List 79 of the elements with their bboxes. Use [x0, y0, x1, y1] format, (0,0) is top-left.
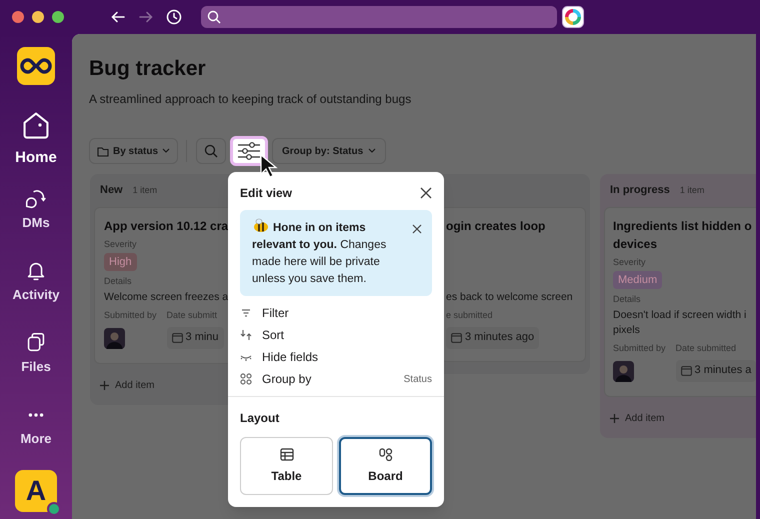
date-chip: 3 minutes a — [676, 360, 756, 382]
user-avatar-icon — [613, 361, 634, 382]
popup-title: Edit view — [240, 185, 292, 202]
menu-item-value: Status — [404, 372, 432, 386]
close-icon[interactable] — [420, 187, 432, 199]
calendar-icon — [680, 365, 692, 376]
card-title: devices — [613, 236, 658, 253]
card-title: ogin creates loop — [446, 218, 546, 235]
menu-item[interactable]: Hide fields — [228, 346, 444, 368]
menu-item-label: Filter — [262, 305, 290, 322]
sidebar-item-label[interactable]: Files — [21, 357, 51, 376]
page-description: A streamlined approach to keeping track of outstanding bugs — [89, 91, 412, 108]
calendar-icon — [451, 332, 462, 343]
card-title: App version 10.12 cra — [104, 218, 228, 235]
column-title: New — [100, 183, 123, 198]
avatar-initial: A — [26, 474, 46, 508]
view-options-button[interactable] — [230, 136, 268, 166]
menu-item-label: Group by — [262, 371, 312, 388]
table-icon — [280, 448, 294, 460]
search-field[interactable] — [201, 6, 557, 28]
date-chip: 3 minu — [166, 326, 224, 348]
back-icon[interactable] — [110, 9, 126, 25]
calendar-icon — [172, 332, 183, 343]
card-title: Ingredients list hidden o — [613, 218, 752, 235]
folder-icon — [97, 146, 109, 156]
sidebar-item-label[interactable]: Activity — [12, 285, 60, 304]
date-chip: 3 minutes ago — [446, 326, 540, 348]
severity-tag: High — [104, 253, 137, 271]
layout-option[interactable]: Board — [339, 437, 432, 495]
sliders-icon — [237, 142, 262, 160]
menu-item[interactable]: Filter — [228, 302, 444, 324]
search-icon — [204, 144, 218, 158]
card-details: pixels — [613, 323, 640, 338]
workspace-logo-icon[interactable] — [17, 47, 55, 85]
window-control-icon[interactable] — [32, 11, 44, 23]
column-title: In progress — [610, 183, 670, 198]
card-details: es back to welcome screen — [446, 290, 573, 305]
field-label: Submitted by — [104, 309, 157, 322]
sort-icon — [240, 329, 252, 341]
filter-icon — [240, 307, 252, 319]
severity-tag: Medium — [613, 271, 662, 289]
page-title: Bug tracker — [89, 56, 206, 82]
board-icon — [378, 448, 392, 460]
sidebar-item-label[interactable]: DMs — [22, 213, 50, 232]
grid-icon — [240, 373, 252, 385]
menu-item-label: Hide fields — [262, 349, 320, 366]
card-details: Doesn't load if screen width i — [613, 308, 746, 323]
search-button[interactable] — [196, 138, 226, 164]
field-label: Date submitted — [676, 342, 736, 355]
field-label: Submitted by — [613, 342, 666, 355]
field-label: e submitted — [446, 309, 493, 322]
sidebar-item-label[interactable]: More — [20, 429, 52, 448]
layout-option[interactable]: Table — [240, 437, 333, 495]
menu-item[interactable]: Sort — [228, 324, 444, 346]
item-count: 1 item — [680, 184, 704, 197]
caret-icon — [368, 148, 376, 154]
item-count: 1 item — [132, 184, 158, 197]
card-details: Welcome screen freezes a — [104, 290, 228, 305]
caret-icon — [162, 148, 170, 154]
tip-text: Hone in on items relevant to you. Changes made here will be private unless you save them. — [252, 218, 404, 288]
close-icon[interactable] — [412, 224, 422, 234]
field-label: Severity — [613, 256, 646, 268]
sidebar-item-label[interactable]: Home — [15, 147, 57, 170]
window-control-icon[interactable] — [52, 11, 64, 23]
search-icon — [207, 10, 221, 24]
field-label: Severity — [104, 238, 137, 250]
bee-icon — [252, 218, 270, 233]
plus-icon — [610, 414, 619, 422]
history-icon[interactable] — [166, 9, 182, 25]
app-icon[interactable] — [562, 6, 584, 28]
field-label: Details — [613, 293, 641, 305]
plus-icon — [100, 380, 109, 390]
window-control-icon[interactable] — [12, 11, 24, 23]
user-avatar-icon — [104, 328, 125, 349]
section-label: Layout — [239, 410, 280, 427]
menu-item[interactable]: Group by Status — [228, 368, 444, 390]
menu-item-label: Sort — [262, 327, 286, 344]
field-label: Date submitt — [166, 309, 218, 322]
field-label: Details — [104, 275, 132, 287]
